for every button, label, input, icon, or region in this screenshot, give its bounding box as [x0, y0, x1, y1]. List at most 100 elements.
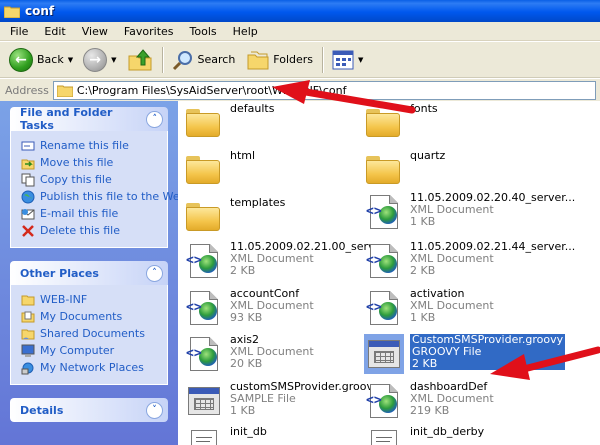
menu-edit[interactable]: Edit [36, 25, 73, 38]
search-label: Search [197, 53, 236, 66]
other-places-panel: Other Places ˄ WEB-INF My Documents Shar… [10, 261, 168, 385]
search-button[interactable]: Search [169, 45, 239, 75]
back-dropdown-icon[interactable]: ▼ [68, 56, 73, 64]
rename-file-label: Rename this file [40, 139, 129, 152]
address-label: Address [5, 83, 49, 97]
file-folder-tasks-panel: File and Folder Tasks ˄ Rename this file… [10, 106, 187, 248]
globe-icon [21, 190, 35, 203]
forward-dropdown-icon[interactable]: ▼ [111, 56, 116, 64]
folders-button[interactable]: Folders [244, 45, 316, 75]
up-folder-button[interactable] [124, 45, 156, 75]
views-button[interactable]: ▼ [329, 45, 366, 75]
file-item[interactable]: init_db_derby [364, 426, 484, 445]
title-bar: conf [0, 0, 600, 22]
folders-label: Folders [273, 53, 314, 66]
file-item[interactable]: <> 11.05.2009.02.20.40_server... XML Doc… [364, 192, 575, 232]
folder-icon [184, 150, 224, 190]
views-icon [332, 50, 354, 69]
file-item[interactable]: fonts [364, 103, 438, 143]
menu-file[interactable]: File [0, 25, 36, 38]
email-icon [21, 208, 35, 219]
menu-favorites[interactable]: Favorites [116, 25, 182, 38]
address-input[interactable]: C:\Program Files\SysAidServer\root\WEB-I… [52, 80, 596, 100]
file-name: templates [230, 196, 286, 209]
file-size: 20 KB [230, 357, 263, 370]
copy-icon [21, 173, 35, 186]
back-arrow-icon: ← [9, 47, 33, 72]
rename-file-link[interactable]: Rename this file [21, 137, 159, 154]
groovy-file-icon [364, 334, 404, 374]
folder-icon [56, 85, 73, 97]
other-places-list: WEB-INF My Documents Shared Documents My… [10, 285, 168, 385]
details-header[interactable]: Details ˅ [10, 398, 168, 422]
place-my-computer[interactable]: My Computer [21, 342, 159, 359]
collapse-chevron-icon[interactable]: ˄ [146, 110, 163, 128]
forward-arrow-icon: → [83, 47, 108, 72]
file-item[interactable]: <> 11.05.2009.02.21.44_server... XML Doc… [364, 241, 575, 281]
toolbar: ← Back ▼ → ▼ Search Folders ▼ [0, 42, 600, 78]
email-file-label: E-mail this file [40, 207, 119, 220]
move-icon [21, 159, 35, 169]
menu-help[interactable]: Help [225, 25, 266, 38]
place-shared-documents[interactable]: Shared Documents [21, 325, 159, 342]
file-size: 2 KB [410, 264, 436, 277]
details-panel: Details ˅ [10, 398, 168, 422]
xml-document-icon: <> [364, 241, 404, 281]
publish-web-link[interactable]: Publish this file to the Web [21, 188, 187, 205]
file-name: fonts [410, 102, 438, 115]
delete-file-link[interactable]: Delete this file [21, 222, 159, 239]
place-label: My Network Places [40, 361, 144, 374]
menu-view[interactable]: View [74, 25, 116, 38]
file-item[interactable]: html [184, 150, 255, 190]
file-item[interactable]: quartz [364, 150, 445, 190]
email-file-link[interactable]: E-mail this file [21, 205, 159, 222]
file-size: 219 KB [410, 404, 450, 417]
expand-chevron-icon[interactable]: ˅ [146, 401, 163, 419]
panel-title: Other Places [20, 266, 99, 280]
folder-icon [184, 197, 224, 237]
up-folder-icon [128, 48, 151, 70]
search-icon [172, 50, 192, 70]
file-item[interactable]: defaults [184, 103, 274, 143]
other-places-header[interactable]: Other Places ˄ [10, 261, 168, 285]
file-item-selected[interactable]: CustomSMSProvider.groovy GROOVY File 2 K… [364, 334, 566, 374]
folder-icon [21, 295, 35, 305]
text-document-icon [364, 426, 404, 445]
file-folder-tasks-header[interactable]: File and Folder Tasks ˄ [10, 106, 168, 132]
network-icon [21, 362, 34, 374]
file-list-view: defaults fonts html quartz templates <> … [178, 101, 600, 445]
file-folder-tasks-list: Rename this file Move this file Copy thi… [10, 131, 187, 248]
views-dropdown-icon[interactable]: ▼ [358, 56, 363, 64]
sample-file-icon [184, 381, 224, 421]
folder-icon [364, 150, 404, 190]
file-item[interactable]: <> activation XML Document 1 KB [364, 288, 494, 328]
copy-file-link[interactable]: Copy this file [21, 171, 159, 188]
xml-document-icon: <> [184, 334, 224, 374]
file-item[interactable]: templates [184, 197, 285, 237]
place-my-network-places[interactable]: My Network Places [21, 359, 159, 376]
file-size: 2 KB [412, 357, 438, 370]
xml-document-icon: <> [364, 288, 404, 328]
back-button[interactable]: ← Back ▼ [6, 45, 76, 75]
move-file-link[interactable]: Move this file [21, 154, 159, 171]
window-title: conf [25, 4, 55, 18]
move-file-label: Move this file [40, 156, 114, 169]
file-item[interactable]: init_db [184, 426, 267, 445]
file-item[interactable]: <> accountConf XML Document 93 KB [184, 288, 314, 328]
copy-file-label: Copy this file [40, 173, 112, 186]
publish-web-label: Publish this file to the Web [40, 190, 187, 203]
place-my-documents[interactable]: My Documents [21, 308, 159, 325]
file-item[interactable]: <> dashboardDef XML Document 219 KB [364, 381, 494, 421]
collapse-chevron-icon[interactable]: ˄ [146, 264, 163, 282]
file-size: 93 KB [230, 311, 263, 324]
my-documents-icon [21, 311, 35, 322]
file-item[interactable]: <> axis2 XML Document 20 KB [184, 334, 314, 374]
menu-bar: File Edit View Favorites Tools Help [0, 22, 600, 41]
panel-title: File and Folder Tasks [20, 106, 113, 132]
place-label: WEB-INF [40, 293, 88, 306]
folder-icon [364, 103, 404, 143]
toolbar-separator [161, 46, 163, 73]
place-web-inf[interactable]: WEB-INF [21, 291, 159, 308]
menu-tools[interactable]: Tools [182, 25, 225, 38]
forward-button[interactable]: → ▼ [80, 45, 119, 75]
